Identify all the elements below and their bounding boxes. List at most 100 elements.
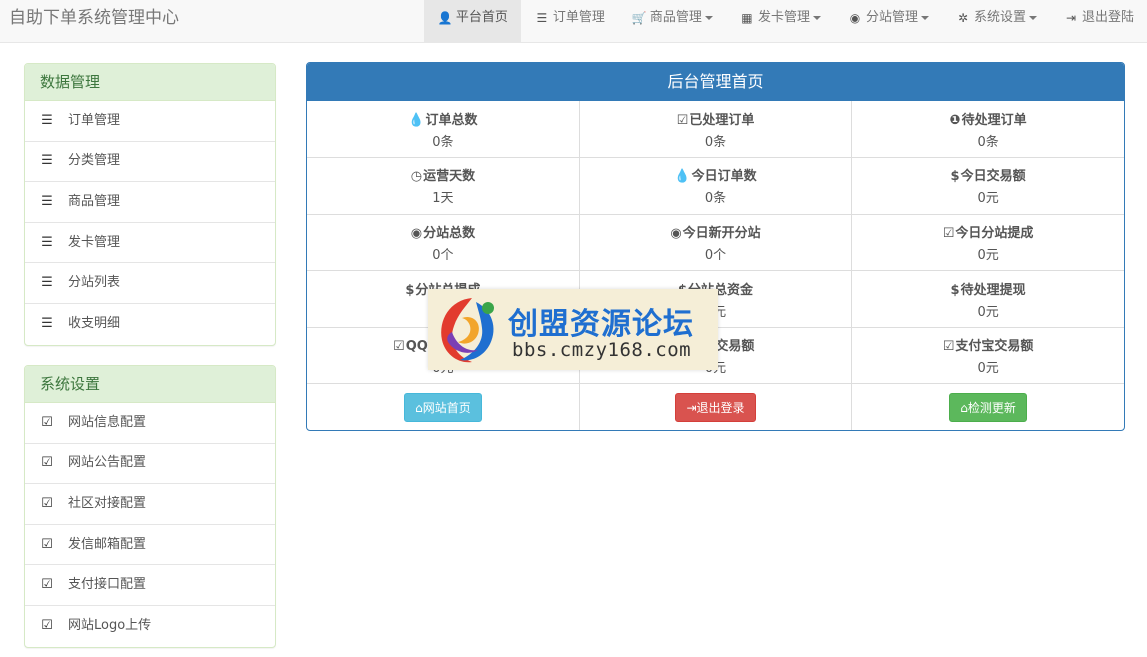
table-row: ◉分站总数 0个 ◉今日新开分站 0个 ☑今日分站提成 0元 xyxy=(307,214,1124,272)
check-icon: ☑ xyxy=(942,339,955,355)
logout-button[interactable]: ⇥退出登录 xyxy=(675,392,756,422)
globe-icon: ◉ xyxy=(849,11,861,25)
stat-label: 今日分站提成 xyxy=(955,225,1034,241)
sidebar-item-label: 社区对接配置 xyxy=(68,495,147,511)
edit-icon: ☑ xyxy=(41,495,53,511)
drop-icon: 💧 xyxy=(408,112,425,128)
forum-logo-icon xyxy=(441,298,494,363)
nav-item-cards[interactable]: ▦ 发卡管理 xyxy=(726,0,834,36)
stat-label: 今日交易额 xyxy=(960,169,1026,185)
nav-label: 订单管理 xyxy=(552,10,605,25)
table-row: ◷运营天数 1天 💧今日订单数 0条 $今日交易额 0元 xyxy=(307,157,1124,215)
watermark-title: 创盟资源论坛 xyxy=(508,307,694,342)
info-icon: ❶ xyxy=(949,112,961,128)
list-icon: ☰ xyxy=(41,234,53,250)
list-icon: ☰ xyxy=(536,11,548,25)
sidebar-item-label: 发卡管理 xyxy=(68,234,121,250)
globe-icon: ◉ xyxy=(410,225,423,241)
stat-value: 0元 xyxy=(977,191,999,207)
button-label: 网站首页 xyxy=(422,400,471,415)
nav-item-orders[interactable]: ☰ 订单管理 xyxy=(521,0,618,36)
sidebar-item-cards[interactable]: ☰ 发卡管理 xyxy=(25,223,275,264)
stat-cell: $今日交易额 0元 xyxy=(851,157,1124,215)
sidebar-item-label: 订单管理 xyxy=(68,112,121,128)
grid-icon: ▦ xyxy=(741,11,753,25)
sidebar-item-categories[interactable]: ☰ 分类管理 xyxy=(25,142,275,183)
sidebar-item-label: 支付接口配置 xyxy=(68,577,147,593)
top-navbar: 自助下单系统管理中心 👤 平台首页 ☰ 订单管理 🛒 商品管理 ▦ 发卡管理 ◉ 分站管理… xyxy=(0,0,1147,43)
edit-icon: ☑ xyxy=(41,455,53,471)
edit-icon: ☑ xyxy=(41,577,53,593)
logout-icon: ⇥ xyxy=(1065,11,1077,25)
nav-label: 系统设置 xyxy=(973,10,1026,25)
clock-icon: ◷ xyxy=(410,169,423,185)
stat-cell: 💧今日订单数 0条 xyxy=(579,157,853,215)
nav-item-products[interactable]: 🛒 商品管理 xyxy=(618,0,726,36)
stat-cell: ◉分站总数 0个 xyxy=(307,214,580,272)
dollar-icon: $ xyxy=(405,282,415,298)
sidebar-item-label: 网站信息配置 xyxy=(68,414,147,430)
caret-down-icon xyxy=(704,16,713,20)
stat-cell: ☑今日分站提成 0元 xyxy=(851,214,1124,272)
dollar-icon: $ xyxy=(950,282,960,298)
stat-value: 0条 xyxy=(704,134,727,150)
stat-value: 0条 xyxy=(704,191,727,207)
caret-down-icon xyxy=(812,16,821,20)
caret-down-icon xyxy=(1028,16,1037,20)
sidebar-item-site-info[interactable]: ☑ 网站信息配置 xyxy=(25,403,275,444)
nav-item-logout[interactable]: ⇥ 退出登陆 xyxy=(1050,0,1147,36)
edit-icon: ☑ xyxy=(41,536,53,552)
sidebar-item-mail[interactable]: ☑ 发信邮箱配置 xyxy=(25,525,275,566)
brand-title[interactable]: 自助下单系统管理中心 xyxy=(9,0,179,36)
sidebar-data-panel: 数据管理 ☰ 订单管理 ☰ 分类管理 ☰ 商品管理 ☰ 发卡管理 ☰ 分站列表 ☰ 收支明细 xyxy=(24,63,276,346)
sidebar-item-payment[interactable]: ☑ 支付接口配置 xyxy=(25,565,275,606)
dashboard-title: 后台管理首页 xyxy=(307,63,1124,101)
sidebar-settings-panel: 系统设置 ☑ 网站信息配置 ☑ 网站公告配置 ☑ 社区对接配置 ☑ 发信邮箱配置 ☑ 支付… xyxy=(24,365,276,648)
nav-item-home[interactable]: 👤 平台首页 xyxy=(423,0,521,43)
stat-cell: ◷运营天数 1天 xyxy=(307,157,580,215)
stat-value: 0条 xyxy=(977,134,999,150)
home-icon: ⌂ xyxy=(415,400,423,415)
sidebar-item-substation-list[interactable]: ☰ 分站列表 xyxy=(25,263,275,304)
stat-value: 0元 xyxy=(977,361,999,377)
sidebar-item-orders[interactable]: ☰ 订单管理 xyxy=(25,101,275,142)
table-row: ⌂网站首页 ⇥退出登录 ⌂检测更新 xyxy=(307,383,1124,430)
sidebar-item-announcement[interactable]: ☑ 网站公告配置 xyxy=(25,444,275,485)
gear-icon: ✲ xyxy=(957,11,968,25)
list-icon: ☰ xyxy=(41,112,53,128)
nav-label: 退出登陆 xyxy=(1081,10,1134,25)
site-home-button[interactable]: ⌂网站首页 xyxy=(404,392,482,422)
check-icon: ☑ xyxy=(676,112,689,128)
sidebar-item-finance[interactable]: ☰ 收支明细 xyxy=(25,304,275,345)
panel-heading: 数据管理 xyxy=(25,64,275,101)
edit-icon: ☑ xyxy=(41,414,53,430)
stat-label: 今日订单数 xyxy=(691,169,757,185)
sidebar-item-products[interactable]: ☰ 商品管理 xyxy=(25,182,275,223)
globe-icon: ◉ xyxy=(670,225,682,241)
user-icon: 👤 xyxy=(437,11,453,25)
sidebar-item-label: 网站Logo上传 xyxy=(68,618,152,634)
stat-label: 今日新开分站 xyxy=(682,225,761,241)
sidebar-item-logo-upload[interactable]: ☑ 网站Logo上传 xyxy=(25,606,275,647)
list-icon: ☰ xyxy=(41,153,53,169)
nav-item-settings[interactable]: ✲ 系统设置 xyxy=(942,0,1050,36)
edit-icon: ☑ xyxy=(41,618,53,634)
top-nav-menu: 👤 平台首页 ☰ 订单管理 🛒 商品管理 ▦ 发卡管理 ◉ 分站管理 ✲ 系统设置 ⇥ 退出登… xyxy=(423,0,1147,43)
nav-label: 平台首页 xyxy=(455,10,508,25)
stat-label: 分站总数 xyxy=(423,225,476,241)
button-cell: ⇥退出登录 xyxy=(579,383,853,430)
caret-down-icon xyxy=(920,16,929,20)
button-label: 退出登录 xyxy=(696,400,745,415)
nav-label: 商品管理 xyxy=(649,10,702,25)
button-cell: ⌂检测更新 xyxy=(852,384,1124,430)
list-icon: ☰ xyxy=(41,316,53,332)
check-update-button[interactable]: ⌂检测更新 xyxy=(949,392,1027,422)
drop-icon: 💧 xyxy=(674,169,691,185)
check-icon: ☑ xyxy=(942,225,955,241)
nav-label: 分站管理 xyxy=(865,10,918,25)
nav-item-substations[interactable]: ◉ 分站管理 xyxy=(834,0,942,36)
sidebar-item-community[interactable]: ☑ 社区对接配置 xyxy=(25,484,275,525)
watermark-url: bbs.cmzy168.com xyxy=(512,339,692,361)
stat-label: 待处理订单 xyxy=(961,112,1027,128)
stat-cell: 💧订单总数 0条 xyxy=(307,101,580,159)
